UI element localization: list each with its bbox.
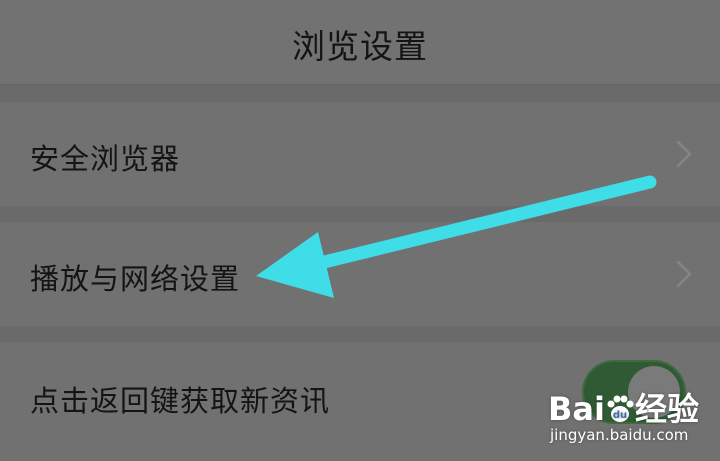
watermark-site: jingyan.baidu.com bbox=[550, 426, 689, 444]
settings-item-label: 安全浏览器 bbox=[30, 142, 181, 176]
section-gap bbox=[0, 326, 720, 342]
section-gap bbox=[0, 85, 720, 102]
watermark-logo: Bai du 经验 bbox=[548, 390, 699, 428]
settings-item-playback-network[interactable]: 播放与网络设置 bbox=[0, 222, 720, 326]
settings-item-label: 点击返回键获取新资讯 bbox=[30, 384, 331, 418]
baidu-paw-icon: du bbox=[607, 395, 634, 422]
baidu-jingyan-watermark: Bai du 经验 jingyan.baidu.com bbox=[548, 384, 699, 454]
section-gap bbox=[0, 206, 720, 222]
title-bar: 浏览设置 bbox=[0, 0, 720, 85]
browser-settings-screen: 浏览设置 安全浏览器 播放与网络设置 点击返回键获取新资讯 Bai du 经验 … bbox=[0, 0, 720, 461]
chevron-right-icon bbox=[676, 260, 692, 288]
chevron-right-icon bbox=[676, 140, 692, 168]
svg-text:du: du bbox=[613, 410, 627, 421]
page-title: 浏览设置 bbox=[292, 27, 428, 66]
settings-item-label: 播放与网络设置 bbox=[30, 262, 241, 296]
settings-item-safe-browser[interactable]: 安全浏览器 bbox=[0, 102, 720, 206]
